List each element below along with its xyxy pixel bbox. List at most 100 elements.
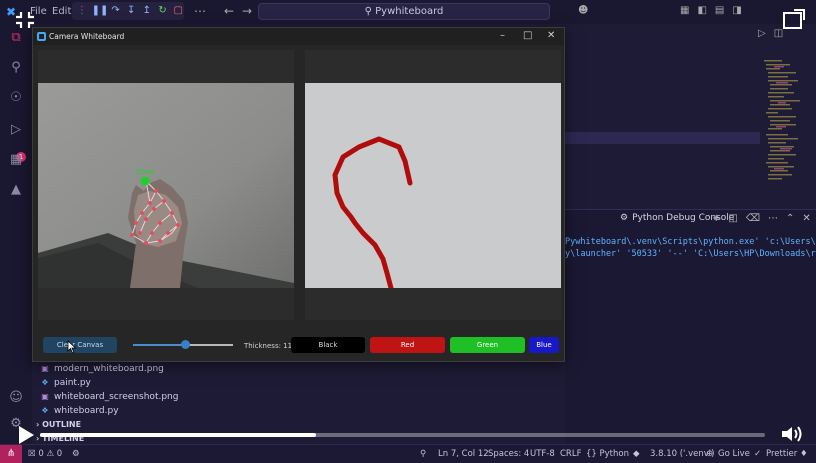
split-terminal-icon[interactable]: ◫ <box>728 213 737 224</box>
status-bar: ⋔ ☒ 0 ⚠ 0 ⚙ ⚲ Ln 7, Col 12 Spaces: 4 UTF… <box>0 444 816 463</box>
board-top-pad <box>305 50 561 83</box>
camera-top-pad <box>38 50 294 83</box>
volume-icon[interactable] <box>780 424 806 444</box>
list-item[interactable]: ❖ paint.py <box>40 376 91 390</box>
indentation[interactable]: Spaces: 4 <box>488 449 529 459</box>
clear-canvas-button[interactable]: Clear Canvas <box>43 337 117 353</box>
forward-icon[interactable]: → <box>242 4 252 18</box>
toggle-sidebar-icon[interactable]: ◧ <box>697 5 706 16</box>
minimize-icon[interactable]: – <box>500 30 505 41</box>
video-progress-fill <box>40 433 316 437</box>
warning-icon: ⚠ <box>46 449 55 459</box>
go-live-button[interactable]: Go Live <box>718 449 750 459</box>
chevron-right-icon: › <box>36 434 40 443</box>
editor-actions: ▷ ◫ <box>758 28 783 39</box>
search-text: Pywhiteboard <box>375 6 444 17</box>
terminal-line: y\launcher' '50533' '--' 'C:\Users\HP\Do… <box>565 249 816 259</box>
window-titlebar: Camera Whiteboard – □ ✕ <box>33 28 564 45</box>
image-icon: ▣ <box>41 392 49 401</box>
remote-icon[interactable]: ⋔ <box>0 445 22 463</box>
copilot-icon[interactable]: ☻ <box>578 5 588 16</box>
camera-bottom-pad <box>38 288 294 320</box>
outline-label: OUTLINE <box>42 420 82 429</box>
whiteboard-canvas[interactable] <box>305 83 561 288</box>
run-debug-icon[interactable]: ▷ <box>8 122 24 138</box>
camera-whiteboard-window: Camera Whiteboard – □ ✕ Draw Clear Canva… <box>32 27 565 362</box>
restart-icon[interactable]: ↻ <box>157 4 169 18</box>
run-icon[interactable]: ▷ <box>758 28 766 39</box>
more-icon[interactable]: ⋯ <box>194 4 206 18</box>
drag-handle-icon[interactable]: ⋮ <box>76 4 88 18</box>
file-name: modern_whiteboard.png <box>54 364 164 374</box>
explorer-icon[interactable]: ⧉ <box>8 30 24 46</box>
problems-status[interactable]: ☒ 0 ⚠ 0 <box>28 449 62 459</box>
black-button[interactable]: Black <box>291 337 365 353</box>
file-name: whiteboard_screenshot.png <box>54 392 179 402</box>
testing-icon[interactable]: ▲ <box>8 182 24 198</box>
file-name: paint.py <box>54 378 91 388</box>
back-icon[interactable]: ← <box>224 4 234 18</box>
close-icon[interactable]: ✕ <box>547 30 555 41</box>
toggle-panel-icon[interactable]: ▤ <box>715 5 724 16</box>
titlebar: ✖ File Edit ⋮ ❚❚ ↷ ↧ ↥ ↻ ▢ ⋯ ← → ⚲ Pywhi… <box>0 0 816 24</box>
chevron-right-icon: › <box>36 420 40 429</box>
list-item[interactable]: ❖ whiteboard.py <box>40 404 119 418</box>
debug-status-icon[interactable]: ⚙ <box>72 449 80 459</box>
close-icon[interactable]: ✕ <box>802 213 810 224</box>
maximize-panel-icon[interactable]: ⌃ <box>786 213 794 224</box>
camera-feed: Draw <box>38 83 294 288</box>
account-icon[interactable]: ☺ <box>8 390 24 406</box>
source-control-icon[interactable]: ☉ <box>8 90 24 106</box>
draw-label: Draw <box>136 168 155 176</box>
video-progress-bar[interactable] <box>40 433 765 437</box>
screen: ✖ File Edit ⋮ ❚❚ ↷ ↧ ↥ ↻ ▢ ⋯ ← → ⚲ Pywhi… <box>0 0 816 463</box>
file-name: whiteboard.py <box>54 406 119 416</box>
go-live-icon: ⊕ <box>706 449 714 459</box>
app-icon <box>37 32 46 41</box>
thickness-label: Thickness: 11 <box>244 342 293 350</box>
list-item[interactable]: ▣ modern_whiteboard.png <box>40 362 164 376</box>
notifications-icon[interactable]: ♦ <box>800 449 808 459</box>
trash-icon[interactable]: ⌫ <box>746 213 760 224</box>
layout-icon[interactable]: ▦ <box>680 5 689 16</box>
zoom-icon[interactable]: ⚲ <box>420 449 426 459</box>
debug-toolbar: ⋮ ❚❚ ↷ ↧ ↥ ↻ ▢ <box>72 2 184 20</box>
popout-icon[interactable] <box>782 8 806 30</box>
green-button[interactable]: Green <box>450 337 525 353</box>
pause-icon[interactable]: ❚❚ <box>92 4 109 18</box>
search-icon: ⚲ <box>364 6 372 17</box>
menu-edit[interactable]: Edit <box>52 6 71 17</box>
blue-button[interactable]: Blue <box>529 337 559 353</box>
play-icon[interactable] <box>16 424 36 446</box>
error-count: 0 <box>38 449 44 459</box>
more-icon[interactable]: ⋯ <box>768 213 778 224</box>
cursor-position[interactable]: Ln 7, Col 12 <box>438 449 489 459</box>
outline-section[interactable]: › OUTLINE <box>36 420 81 429</box>
python-interpreter[interactable]: 3.8.10 ('.venv') <box>650 449 714 459</box>
copilot-area: ☻ <box>578 5 588 16</box>
slider-knob[interactable] <box>180 340 190 349</box>
list-item[interactable]: ▣ whiteboard_screenshot.png <box>40 390 178 404</box>
search-icon[interactable]: ⚲ <box>8 60 24 76</box>
add-terminal-icon[interactable]: + <box>712 213 720 224</box>
prettier-status[interactable]: Prettier <box>766 449 797 459</box>
mouse-pointer-icon <box>67 340 77 354</box>
prettier-icon: ✓ <box>754 449 762 459</box>
step-out-icon[interactable]: ↥ <box>141 4 153 18</box>
step-over-icon[interactable]: ↷ <box>110 4 122 18</box>
extensions-icon[interactable]: ▦ <box>8 152 24 168</box>
debug-console-icon: ⚙ <box>620 213 629 223</box>
maximize-icon[interactable]: □ <box>523 30 532 41</box>
red-button[interactable]: Red <box>370 337 445 353</box>
toggle-secondary-icon[interactable]: ◨ <box>732 5 741 16</box>
editor-highlight-line <box>565 132 760 144</box>
cursor-indicator <box>140 176 150 186</box>
encoding[interactable]: UTF-8 <box>530 449 555 459</box>
activity-bar: ⧉ ⚲ ☉ ▷ 1 ▦ ▲ ☺ ⚙ <box>0 24 32 444</box>
command-search[interactable]: ⚲ Pywhiteboard <box>258 3 550 20</box>
stop-icon[interactable]: ▢ <box>172 4 184 18</box>
language-mode[interactable]: {} Python <box>586 449 629 459</box>
line-ending[interactable]: CRLF <box>560 449 581 459</box>
step-into-icon[interactable]: ↧ <box>125 4 137 18</box>
exit-fullscreen-icon[interactable] <box>14 10 36 30</box>
